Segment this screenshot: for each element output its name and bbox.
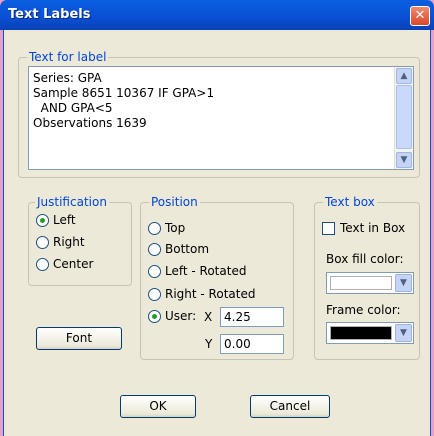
position-bottom-radio[interactable]: Bottom bbox=[148, 242, 209, 256]
frame-color-dropdown[interactable]: ▼ bbox=[326, 322, 414, 344]
checkbox-indicator bbox=[322, 221, 335, 235]
label-text-line: Series: GPA bbox=[33, 71, 102, 85]
radio-indicator bbox=[148, 309, 161, 323]
radio-label: Right - Rotated bbox=[165, 287, 256, 301]
radio-label: Left - Rotated bbox=[165, 264, 247, 278]
close-button[interactable]: ✕ bbox=[410, 6, 430, 26]
justification-legend: Justification bbox=[35, 195, 109, 209]
box-fill-color-dropdown[interactable]: ▼ bbox=[326, 272, 414, 294]
x-value-field[interactable]: 4.25 bbox=[220, 307, 284, 327]
justification-left-radio[interactable]: Left bbox=[36, 213, 76, 227]
font-button[interactable]: Font bbox=[36, 327, 122, 350]
text-for-label-legend: Text for label bbox=[27, 50, 109, 64]
label-text-line: AND GPA<5 bbox=[33, 101, 113, 115]
text-labels-dialog: Text Labels ✕ Text for label Series: GPA… bbox=[0, 0, 434, 436]
radio-indicator bbox=[148, 264, 161, 278]
radio-label: Top bbox=[165, 221, 186, 235]
y-label: Y bbox=[205, 337, 213, 351]
justification-right-radio[interactable]: Right bbox=[36, 235, 85, 249]
text-box-legend: Text box bbox=[323, 195, 377, 209]
label-text-line: Observations 1639 bbox=[33, 116, 147, 130]
x-label: X bbox=[204, 310, 213, 324]
scroll-up-icon: ▲ bbox=[400, 71, 408, 81]
cancel-button[interactable]: Cancel bbox=[250, 395, 330, 418]
checkbox-label: Text in Box bbox=[340, 221, 406, 235]
radio-indicator bbox=[36, 213, 49, 227]
scroll-up-button[interactable]: ▲ bbox=[396, 68, 412, 84]
scroll-down-button[interactable]: ▼ bbox=[396, 152, 412, 168]
box-fill-color-label: Box fill color: bbox=[326, 252, 404, 266]
label-text-area[interactable]: Series: GPA Sample 8651 10367 IF GPA>1 A… bbox=[28, 66, 414, 170]
radio-label: Left bbox=[53, 213, 76, 227]
radio-indicator bbox=[148, 287, 161, 301]
chevron-down-icon[interactable]: ▼ bbox=[395, 324, 412, 342]
radio-label: User: bbox=[165, 309, 197, 323]
label-text-line: Sample 8651 10367 IF GPA>1 bbox=[33, 86, 215, 100]
ok-button[interactable]: OK bbox=[120, 395, 196, 418]
radio-indicator bbox=[148, 242, 161, 256]
radio-label: Bottom bbox=[165, 242, 210, 256]
scroll-down-icon: ▼ bbox=[400, 155, 408, 165]
window-title: Text Labels bbox=[8, 7, 91, 22]
position-legend: Position bbox=[149, 195, 200, 209]
justification-center-radio[interactable]: Center bbox=[36, 257, 93, 271]
close-icon: ✕ bbox=[414, 8, 426, 23]
position-user-radio[interactable]: User: bbox=[148, 309, 196, 323]
position-left-rotated-radio[interactable]: Left - Rotated bbox=[148, 264, 246, 278]
fill-color-swatch bbox=[330, 276, 392, 290]
radio-indicator bbox=[36, 257, 49, 271]
radio-label: Center bbox=[53, 257, 94, 271]
vertical-scrollbar[interactable]: ▲ ▼ bbox=[394, 67, 413, 169]
position-right-rotated-radio[interactable]: Right - Rotated bbox=[148, 287, 255, 301]
title-bar: Text Labels ✕ bbox=[0, 0, 434, 30]
radio-indicator bbox=[36, 235, 49, 249]
scroll-thumb[interactable] bbox=[396, 85, 412, 149]
y-value-field[interactable]: 0.00 bbox=[220, 334, 284, 354]
chevron-down-icon[interactable]: ▼ bbox=[395, 274, 412, 292]
radio-label: Right bbox=[53, 235, 85, 249]
text-in-box-checkbox[interactable]: Text in Box bbox=[322, 221, 405, 235]
frame-color-swatch bbox=[330, 326, 392, 340]
position-top-radio[interactable]: Top bbox=[148, 221, 185, 235]
frame-color-label: Frame color: bbox=[326, 303, 401, 317]
radio-indicator bbox=[148, 221, 161, 235]
